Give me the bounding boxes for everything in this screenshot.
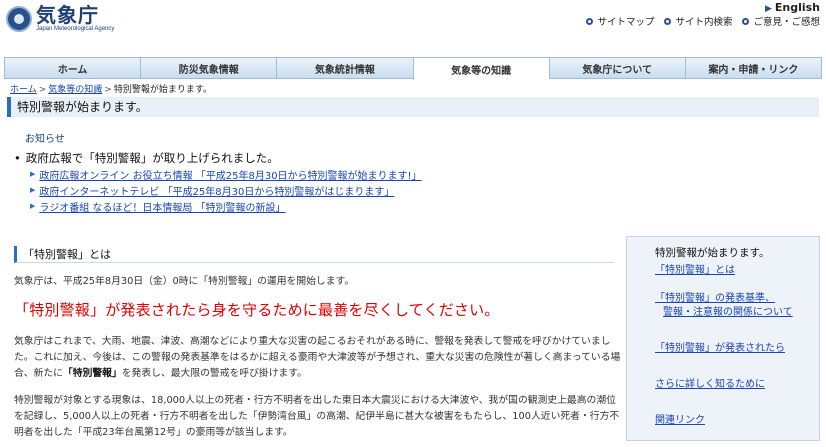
bullet-dot-icon: •	[14, 151, 21, 165]
special-warning-emphasis: 「特別警報」	[62, 368, 122, 379]
notice-label: お知らせ	[25, 134, 65, 145]
main-nav: ホーム 防災気象情報 気象統計情報 気象等の知識 気象庁について 案内・申請・リ…	[4, 57, 823, 80]
tab-statistics[interactable]: 気象統計情報	[276, 57, 413, 79]
target-phenomena-paragraph: 特別警報が対象とする現象は、18,000人以上の死者・行方不明者を出した東日本大…	[14, 395, 620, 438]
sitemap-link[interactable]: サイトマップ	[586, 14, 654, 28]
side-link-related[interactable]: 関連リンク	[655, 414, 819, 428]
breadcrumb-separator: >	[104, 85, 112, 95]
description-paragraph: 気象庁はこれまで、大雨、地震、津波、高潮などにより重大な災害の起こるおそれがある…	[14, 336, 621, 379]
arrow-right-icon: ▶	[30, 186, 36, 194]
triangle-right-icon: ▶	[764, 4, 772, 14]
tab-knowledge[interactable]: 気象等の知識	[412, 57, 549, 80]
feedback-link[interactable]: ご意見・ご感想	[742, 14, 820, 28]
warning-headline: 「特別警報」が発表されたら身を守るために最善を尽くしてください。	[14, 301, 500, 319]
side-link-criteria[interactable]: 「特別警報」の発表基準、	[655, 292, 819, 306]
circle-bullet-icon	[742, 17, 750, 25]
side-menu-title: 特別警報が始まります。	[655, 247, 770, 259]
notice-main: • 政府広報で「特別警報」が取り上げられました。	[14, 151, 279, 165]
side-link-when-issued[interactable]: 「特別警報」が発表されたら	[655, 342, 819, 356]
side-link-criteria-relation[interactable]: 警報・注意報の関係について	[655, 306, 819, 320]
breadcrumb-current: 特別警報が始まります。	[113, 85, 212, 95]
breadcrumb-separator: >	[38, 85, 47, 95]
tab-about[interactable]: 気象庁について	[548, 57, 685, 79]
jma-logo[interactable]: 気象庁 Japan Meteorological Agency	[6, 4, 114, 32]
logo-subtitle: Japan Meteorological Agency	[36, 26, 115, 32]
section-heading: 「特別警報」とは	[14, 246, 614, 263]
utility-links: サイトマップ サイト内検索 ご意見・ご感想	[586, 14, 820, 28]
site-search-link[interactable]: サイト内検索	[664, 14, 732, 28]
breadcrumb-knowledge[interactable]: 気象等の知識	[48, 85, 102, 95]
circle-bullet-icon	[664, 17, 672, 25]
side-link-learn-more[interactable]: さらに詳しく知るために	[655, 378, 819, 392]
side-link-what-is[interactable]: 「特別警報」とは	[655, 264, 819, 278]
logo-title: 気象庁	[36, 3, 99, 27]
jma-emblem-icon	[6, 6, 32, 32]
arrow-right-icon: ▶	[30, 202, 36, 210]
circle-bullet-icon	[586, 17, 594, 25]
breadcrumb: ホーム > 気象等の知識 > 特別警報が始まります。	[10, 82, 212, 95]
notice-link-radio[interactable]: ▶ ラジオ番組 なるほど！日本情報局 「特別警報の新設」	[30, 198, 422, 214]
notice-links: ▶ 政府広報オンライン お役立ち情報 「平成25年8月30日から特別警報が始まりま…	[30, 166, 422, 214]
notice-link-gov-online[interactable]: ▶ 政府広報オンライン お役立ち情報 「平成25年8月30日から特別警報が始まりま…	[30, 166, 422, 182]
side-menu: 特別警報が始まります。 「特別警報」とは 「特別警報」の発表基準、 警報・注意報…	[626, 236, 820, 441]
tab-guide-links[interactable]: 案内・申請・リンク	[684, 57, 823, 79]
tab-disaster-info[interactable]: 防災気象情報	[140, 57, 277, 79]
arrow-right-icon: ▶	[30, 170, 36, 178]
intro-paragraph: 気象庁は、平成25年8月30日（金）0時に「特別警報」の運用を開始します。	[14, 276, 355, 287]
tab-home[interactable]: ホーム	[4, 57, 141, 79]
english-link[interactable]: ▶ English	[765, 1, 820, 14]
notice-link-internet-tv[interactable]: ▶ 政府インターネットテレビ 「平成25年8月30日から特別警報がはじまります」	[30, 182, 422, 198]
page-title: 特別警報が始まります。	[7, 97, 819, 117]
breadcrumb-home[interactable]: ホーム	[10, 85, 37, 95]
